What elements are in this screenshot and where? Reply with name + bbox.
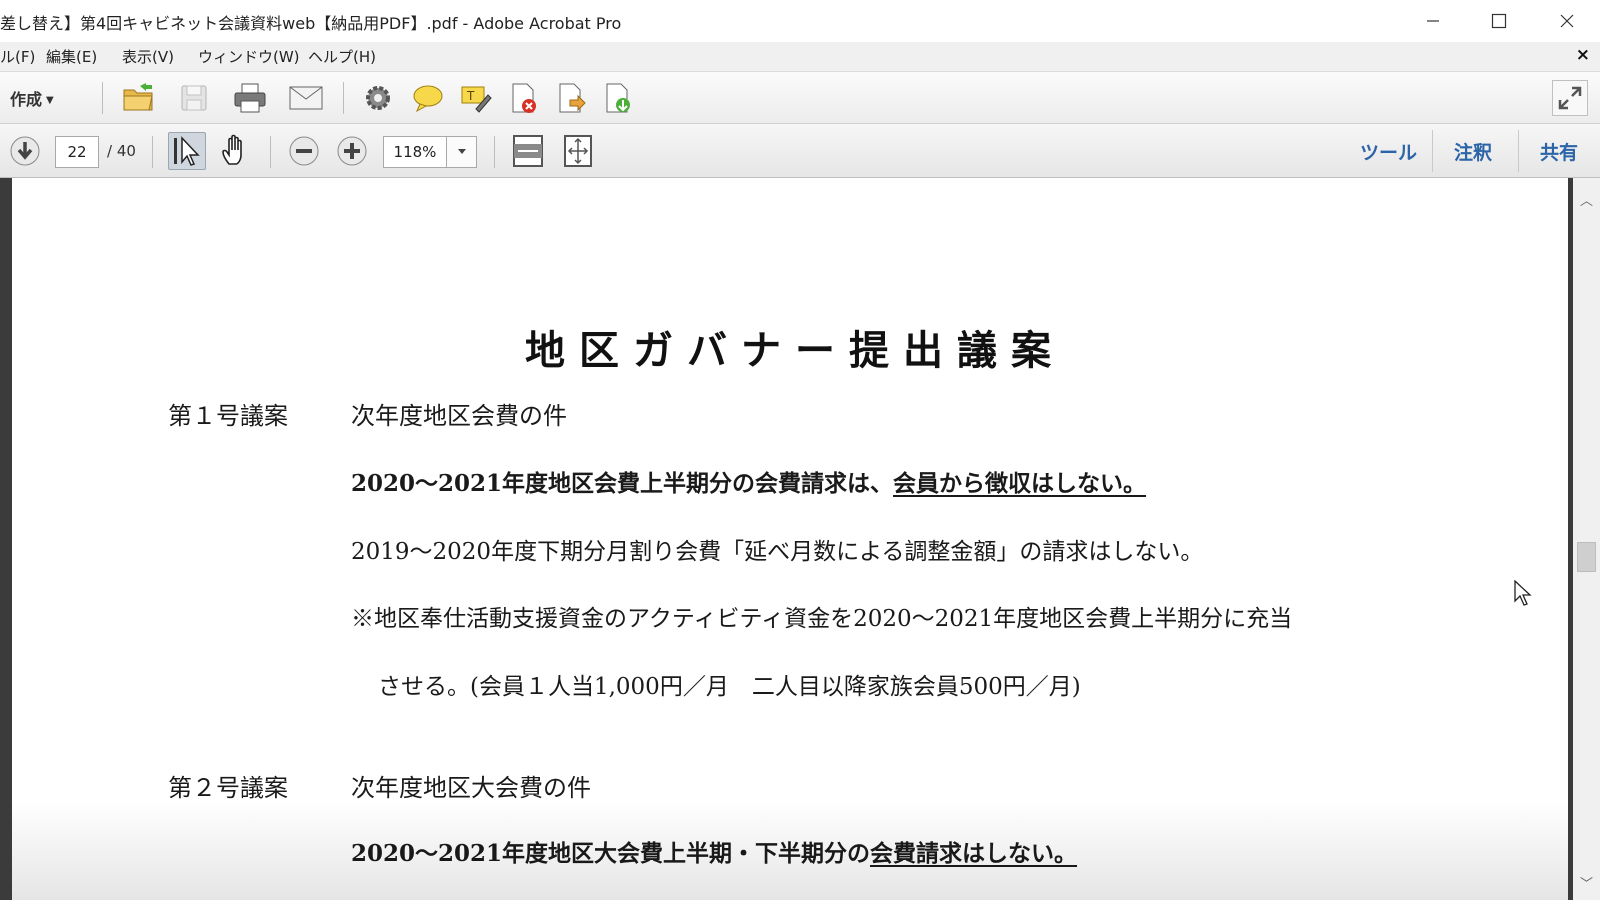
arrow-down-icon [10, 136, 40, 166]
select-cursor-icon [174, 136, 200, 166]
agenda-2-line-1-underlined: 会費請求はしない。 [870, 840, 1078, 867]
close-icon [1560, 14, 1574, 28]
minimize-button[interactable] [1400, 0, 1466, 42]
settings-icon[interactable] [360, 80, 396, 116]
fit-page-button[interactable] [560, 133, 596, 169]
email-icon[interactable] [288, 80, 324, 116]
zoom-input[interactable]: 118% [383, 136, 447, 168]
menu-view[interactable]: 表示(V) [122, 46, 174, 67]
maximize-button[interactable] [1466, 0, 1532, 42]
zoom-dropdown[interactable] [447, 136, 477, 168]
fit-page-icon [564, 135, 592, 167]
comment-pane-link[interactable]: 注釈 [1454, 138, 1492, 165]
mouse-pointer-icon [1514, 579, 1532, 610]
main-toolbar: 作成 ▼ T [0, 72, 1600, 124]
insert-icon[interactable] [600, 80, 636, 116]
print-icon[interactable] [232, 80, 268, 116]
open-icon[interactable] [121, 80, 157, 116]
chevron-down-icon: ▼ [46, 95, 54, 106]
agenda-2-subject: 次年度地区大会費の件 [351, 774, 591, 802]
navigation-toolbar: 22 / 40 118% ツール 注釈 共有 [0, 124, 1600, 178]
minus-icon [289, 136, 319, 166]
agenda-1-line-1: 2020～2021年度地区会費上半期分の会費請求は、会員から徴収はしない。 [351, 464, 1146, 498]
toolbar-divider [270, 136, 271, 168]
export-icon[interactable] [553, 80, 589, 116]
agenda-2-line-1-text: 2020～2021年度地区大会費上半期・下半期分の [351, 840, 871, 867]
close-document-button[interactable]: × [1576, 45, 1590, 65]
pane-divider [1432, 130, 1433, 172]
window-title: 差し替え】第4回キャビネット会議資料web【納品用PDF】.pdf - Adob… [0, 14, 622, 33]
menu-bar: ル(F) 編集(E) 表示(V) ウィンドウ(W) ヘルプ(H) × [0, 42, 1600, 72]
fit-width-icon [513, 135, 543, 167]
tools-pane-link[interactable]: ツール [1360, 138, 1417, 165]
vertical-scrollbar[interactable]: ︿ ﹀ [1573, 178, 1600, 900]
document-title: 地区ガバナー提出議案 [525, 328, 1065, 374]
agenda-1-line-1-underlined: 会員から徴収はしない。 [893, 470, 1147, 497]
menu-help[interactable]: ヘルプ(H) [308, 46, 376, 67]
menu-window[interactable]: ウィンドウ(W) [198, 46, 300, 67]
hand-tool-button[interactable] [218, 133, 254, 169]
pane-divider [1518, 130, 1519, 172]
menu-file[interactable]: ル(F) [0, 46, 35, 67]
plus-icon [337, 136, 367, 166]
menu-edit[interactable]: 編集(E) [46, 46, 97, 67]
highlight-icon[interactable]: T [458, 80, 494, 116]
toolbar-divider [494, 136, 495, 168]
agenda-2-number: 第２号議案 [168, 774, 288, 802]
close-window-button[interactable] [1534, 0, 1600, 42]
title-bar: 差し替え】第4回キャビネット会議資料web【納品用PDF】.pdf - Adob… [0, 0, 1600, 42]
create-button[interactable]: 作成 ▼ [10, 86, 54, 110]
comment-icon[interactable] [410, 80, 446, 116]
toolbar-divider [152, 136, 153, 168]
create-label: 作成 [10, 90, 43, 109]
agenda-1-line-3: ※地区奉仕活動支援資金のアクティビティ資金を2020～2021年度地区会費上半期… [351, 606, 1293, 632]
hand-icon [222, 134, 242, 165]
zoom-in-button[interactable] [334, 133, 370, 169]
agenda-1-line-2: 2019～2020年度下期分月割り会費「延べ月数による調整金額」の請求はしない。 [351, 539, 1204, 565]
left-border [0, 178, 12, 900]
page-number-input[interactable]: 22 [55, 136, 99, 168]
select-tool-button[interactable] [168, 132, 206, 170]
zoom-out-button[interactable] [286, 133, 322, 169]
scroll-up-icon[interactable]: ︿ [1573, 190, 1600, 209]
minimize-icon [1427, 20, 1439, 22]
agenda-1-subject: 次年度地区会費の件 [351, 402, 567, 430]
document-viewport[interactable]: 地区ガバナー提出議案 第１号議案 次年度地区会費の件 2020～2021年度地区… [0, 178, 1600, 900]
save-icon[interactable] [176, 80, 212, 116]
maximize-icon [1491, 13, 1507, 29]
scroll-thumb[interactable] [1577, 542, 1596, 572]
toolbar-divider [102, 82, 103, 114]
page-total: / 40 [107, 142, 136, 160]
agenda-1-line-4: させる。(会員１人当1,000円／月 二人目以降家族会員500円／月) [378, 674, 1081, 700]
fit-width-button[interactable] [510, 133, 546, 169]
delete-page-icon[interactable] [506, 80, 542, 116]
scroll-down-icon[interactable]: ﹀ [1573, 873, 1600, 892]
next-page-button[interactable] [7, 133, 43, 169]
svg-text:T: T [466, 89, 475, 103]
fullscreen-icon[interactable] [1552, 80, 1588, 116]
agenda-2-line-1: 2020～2021年度地区大会費上半期・下半期分の会費請求はしない。 [351, 834, 1077, 868]
toolbar-divider [343, 82, 344, 114]
share-pane-link[interactable]: 共有 [1540, 138, 1578, 165]
agenda-1-number: 第１号議案 [168, 402, 288, 430]
chevron-down-icon [457, 149, 466, 154]
agenda-1-line-1-text: 2020～2021年度地区会費上半期分の会費請求は、 [351, 470, 894, 497]
